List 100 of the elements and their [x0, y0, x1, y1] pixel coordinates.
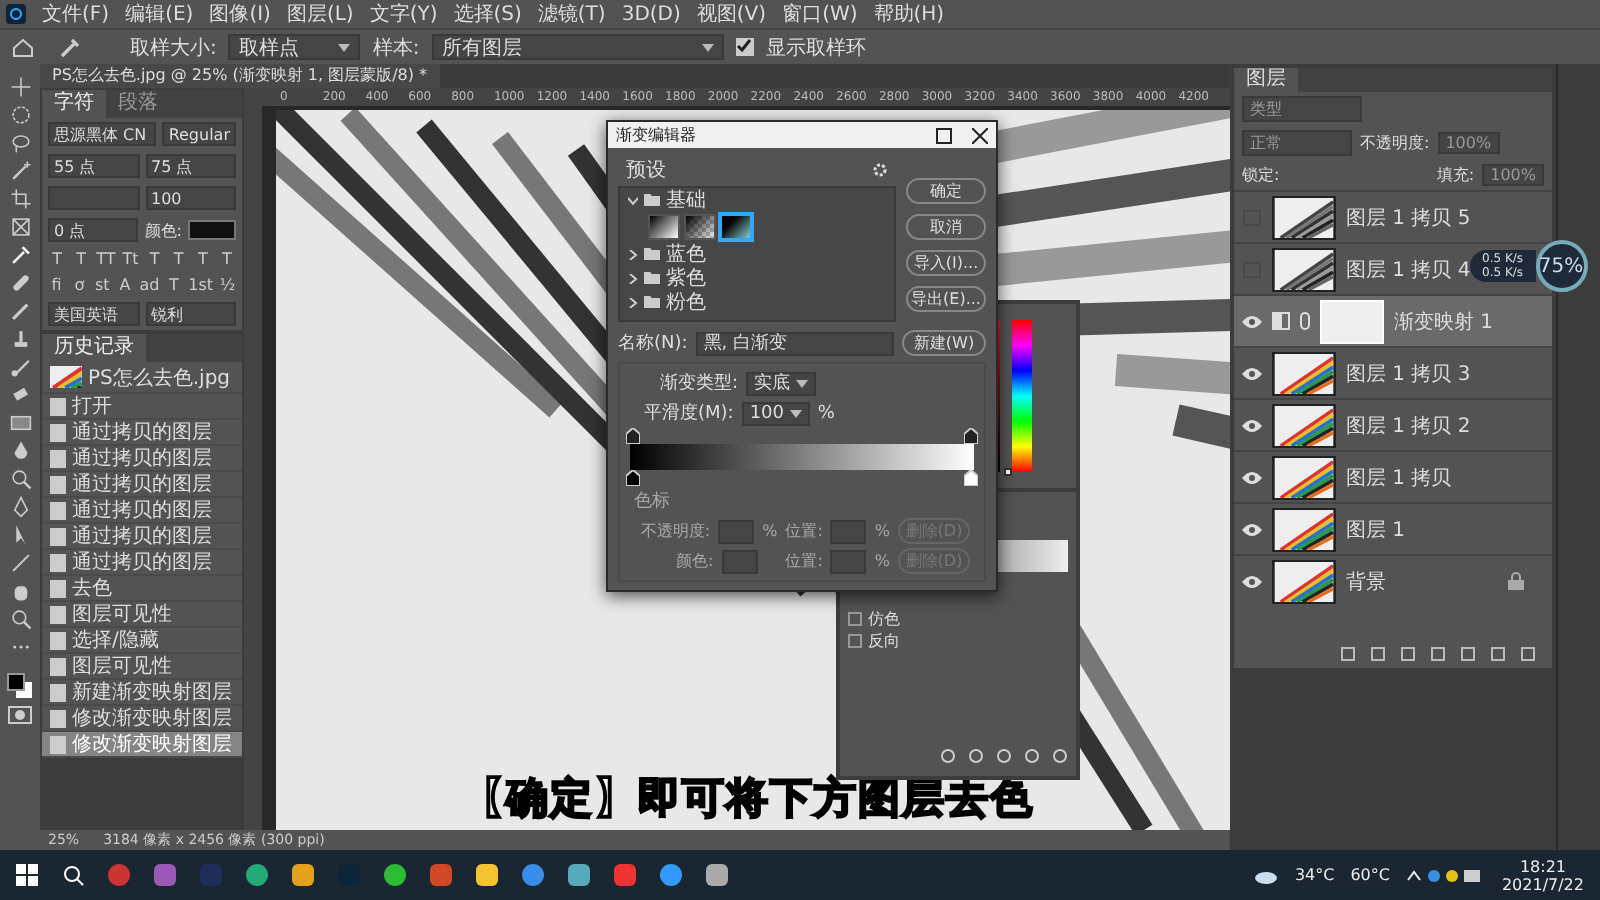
- layer-row[interactable]: 图层 1 拷贝: [1234, 450, 1552, 502]
- line-icon[interactable]: [9, 552, 31, 574]
- history-item[interactable]: 通过拷贝的图层: [42, 524, 242, 550]
- brush-icon[interactable]: [9, 300, 31, 322]
- chevron-right-icon[interactable]: [628, 273, 638, 283]
- preset-folder[interactable]: 粉色: [620, 290, 894, 314]
- opentype-toggle[interactable]: ad: [139, 276, 160, 294]
- close-icon[interactable]: [972, 127, 988, 143]
- menu-item[interactable]: 选择(S): [453, 0, 522, 28]
- layer-name[interactable]: 图层 1 拷贝 2: [1346, 411, 1552, 439]
- dashed-circle-icon[interactable]: [9, 104, 31, 126]
- clock[interactable]: 18:21 2021/7/22: [1501, 857, 1584, 893]
- weather-text[interactable]: 34°C: [1294, 866, 1335, 884]
- move-icon[interactable]: [9, 76, 31, 98]
- layer-thumbnail[interactable]: [1272, 455, 1336, 499]
- settings-icon[interactable]: [872, 162, 888, 178]
- style-dropdown[interactable]: Regular: [162, 122, 236, 146]
- app-icon[interactable]: [522, 864, 544, 886]
- menu-item[interactable]: 图像(I): [209, 0, 271, 28]
- name-field[interactable]: 黑, 白渐变: [695, 331, 894, 355]
- app-icon[interactable]: [246, 864, 268, 886]
- color-swatch[interactable]: [188, 220, 236, 240]
- lock-icon[interactable]: [1508, 572, 1524, 590]
- panel-tab[interactable]: 段落: [106, 90, 170, 118]
- layer-thumbnail[interactable]: [1272, 559, 1336, 603]
- language-dropdown[interactable]: 美国英语: [48, 302, 139, 326]
- panel-tab[interactable]: 字符: [42, 90, 106, 118]
- brush-icon[interactable]: [9, 356, 31, 378]
- mask-mode-icon[interactable]: [8, 706, 32, 724]
- checkbox[interactable]: [848, 612, 862, 626]
- layer-row[interactable]: 图层 1 拷贝 2: [1234, 398, 1552, 450]
- history-item[interactable]: 通过拷贝的图层: [42, 498, 242, 524]
- antialias-dropdown[interactable]: 锐利: [145, 302, 236, 326]
- preset-folder[interactable]: 紫色: [620, 266, 894, 290]
- preset-folder[interactable]: 蓝色: [620, 242, 894, 266]
- hand-icon[interactable]: [9, 580, 31, 602]
- blend-mode-dropdown[interactable]: 正常: [1242, 130, 1352, 156]
- layer-row[interactable]: 图层 1 拷贝 5: [1234, 190, 1552, 242]
- cpu-temperature[interactable]: 60°C: [1350, 866, 1390, 884]
- eraser-icon[interactable]: [9, 384, 31, 406]
- history-item[interactable]: 选择/隐藏: [42, 628, 242, 654]
- checkbox-label[interactable]: 仿色: [868, 608, 900, 630]
- cloud-icon[interactable]: [1254, 867, 1279, 883]
- pen-icon[interactable]: [9, 496, 31, 518]
- opentype-toggle[interactable]: 1st: [188, 276, 214, 294]
- eyedropper-icon[interactable]: [9, 244, 31, 266]
- chevron-right-icon[interactable]: [628, 249, 638, 259]
- chevron-right-icon[interactable]: [628, 297, 638, 307]
- gradient-swatch[interactable]: [720, 214, 752, 240]
- size-field[interactable]: 55 点: [48, 154, 139, 178]
- color-stop[interactable]: [964, 470, 978, 486]
- layer-row[interactable]: 图层 1 拷贝 3: [1234, 346, 1552, 398]
- chevron-down-icon[interactable]: [628, 195, 638, 205]
- dialog-button[interactable]: 导入(I)...: [906, 250, 986, 276]
- menu-item[interactable]: 视图(V): [696, 0, 767, 28]
- layer-row[interactable]: 渐变映射 1: [1234, 294, 1552, 346]
- color-stop[interactable]: [626, 470, 640, 486]
- layer-name[interactable]: 图层 1 拷贝: [1346, 463, 1552, 491]
- gradient-swatch[interactable]: [648, 214, 680, 240]
- opentype-toggle[interactable]: T: [165, 276, 183, 294]
- style-toggle[interactable]: TT: [96, 250, 116, 268]
- history-item[interactable]: 通过拷贝的图层: [42, 420, 242, 446]
- app-icon[interactable]: [292, 864, 314, 886]
- history-item[interactable]: 图层可见性: [42, 602, 242, 628]
- app-logo-icon[interactable]: [6, 4, 26, 24]
- sample-dropdown[interactable]: 所有图层: [431, 34, 724, 60]
- tracking-field[interactable]: 100: [145, 186, 236, 210]
- layer-name[interactable]: 图层 1: [1346, 515, 1552, 543]
- opentype-toggle[interactable]: ½: [219, 276, 237, 294]
- fill-field[interactable]: 100%: [1482, 164, 1544, 186]
- layer-row[interactable]: 图层 1: [1234, 502, 1552, 554]
- font-dropdown[interactable]: 思源黑体 CN: [48, 122, 157, 146]
- style-toggle[interactable]: T: [169, 250, 188, 268]
- history-item[interactable]: 图层可见性: [42, 654, 242, 680]
- menu-item[interactable]: 文字(Y): [369, 0, 438, 28]
- document-tab[interactable]: PS怎么去色.jpg @ 25% (渐变映射 1, 图层蒙版/8) *: [40, 64, 440, 88]
- sample-size-dropdown[interactable]: 取样点: [228, 34, 361, 60]
- history-item[interactable]: 去色: [42, 576, 242, 602]
- history-item[interactable]: 通过拷贝的图层: [42, 550, 242, 576]
- leading-field[interactable]: 75 点: [145, 154, 236, 178]
- color-stop[interactable]: [964, 428, 978, 444]
- dialog-button[interactable]: 取消: [906, 214, 986, 240]
- dialog-button[interactable]: 导出(E)...: [906, 286, 986, 312]
- baseline-field[interactable]: 0 点: [48, 218, 139, 242]
- layer-row[interactable]: 背景: [1234, 554, 1552, 606]
- layer-thumbnail[interactable]: [1272, 507, 1336, 551]
- layer-name[interactable]: 图层 1 拷贝 3: [1346, 359, 1552, 387]
- history-item[interactable]: 通过拷贝的图层: [42, 472, 242, 498]
- layer-thumbnail[interactable]: [1272, 351, 1336, 395]
- menu-item[interactable]: 滤镜(T): [537, 0, 606, 28]
- checkbox[interactable]: [735, 38, 754, 56]
- color-swatches-icon[interactable]: [6, 672, 34, 700]
- color-stop[interactable]: [626, 428, 640, 444]
- four-squares-icon[interactable]: [16, 864, 38, 886]
- opacity-field[interactable]: 100%: [1437, 132, 1500, 154]
- app-icon[interactable]: [706, 864, 728, 886]
- maximize-icon[interactable]: [936, 127, 952, 143]
- layer-name[interactable]: 背景: [1346, 567, 1498, 595]
- home-icon[interactable]: [12, 37, 34, 57]
- history-item[interactable]: 新建渐变映射图层: [42, 680, 242, 706]
